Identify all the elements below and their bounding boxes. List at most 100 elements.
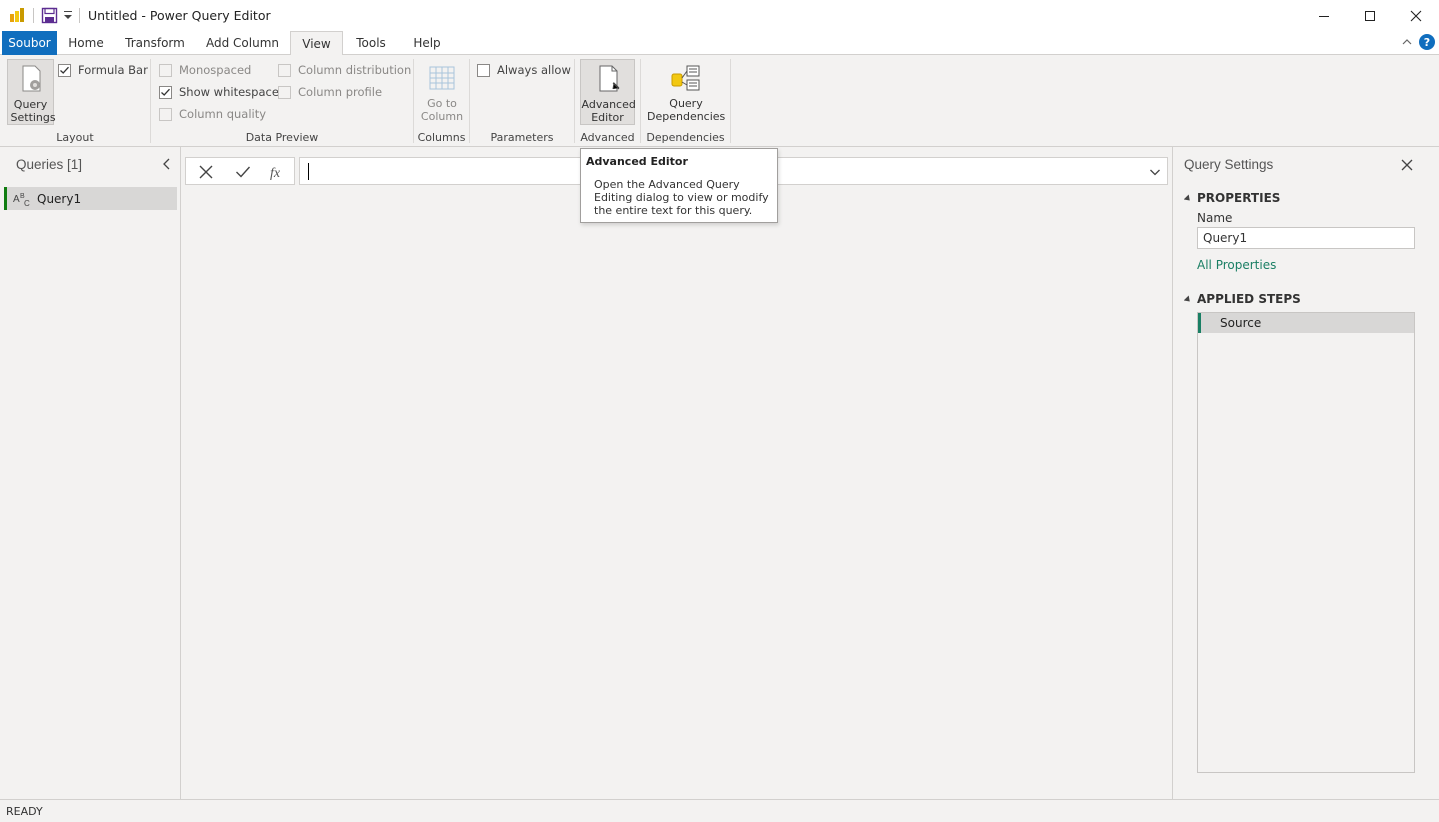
queries-pane-title: Queries [1]: [16, 157, 83, 172]
all-properties-link[interactable]: All Properties: [1197, 258, 1276, 272]
go-to-column-label: Go to Column: [420, 97, 464, 123]
minimize-button[interactable]: [1301, 0, 1347, 31]
show-whitespace-checkbox[interactable]: Show whitespace: [159, 85, 279, 99]
query-dependencies-icon: [671, 65, 700, 91]
go-to-column-icon: [429, 66, 455, 90]
formula-bar-checkbox[interactable]: Formula Bar: [58, 63, 148, 77]
checkbox-checked[interactable]: [159, 85, 172, 99]
status-bar: READY: [0, 799, 1439, 822]
queries-pane: Queries [1] A B C Query1: [0, 147, 181, 799]
query-settings-button[interactable]: Query Settings: [7, 59, 56, 125]
column-distribution-label: Column distribution: [298, 63, 412, 77]
close-icon: [1410, 10, 1422, 21]
check-icon: [161, 88, 170, 96]
minimize-icon: [1319, 15, 1329, 17]
name-label: Name: [1197, 211, 1233, 225]
power-bi-icon: [10, 8, 24, 22]
applied-steps-list: Source: [1197, 312, 1415, 773]
checkbox-unchecked[interactable]: [278, 63, 291, 77]
cancel-icon[interactable]: [197, 163, 215, 181]
svg-text:C: C: [24, 199, 30, 207]
chevron-left-icon[interactable]: [161, 158, 173, 170]
column-distribution-checkbox[interactable]: Column distribution: [278, 63, 411, 77]
svg-text:A: A: [13, 194, 20, 205]
tab-help[interactable]: Help: [404, 31, 450, 55]
layout-group: Query Settings Formula Bar Layout: [0, 55, 150, 147]
query-settings-label: Query Settings: [10, 98, 56, 124]
tooltip-body: Open the Advanced Query Editing dialog t…: [594, 178, 769, 217]
check-icon: [60, 66, 69, 74]
save-icon[interactable]: [41, 7, 58, 24]
checkbox-unchecked[interactable]: [159, 107, 172, 121]
dependencies-group-label: Dependencies: [646, 131, 725, 144]
advanced-editor-icon: [599, 65, 619, 92]
applied-steps-section[interactable]: APPLIED STEPS: [1184, 292, 1301, 306]
status-text: READY: [6, 805, 43, 818]
advanced-group: Advanced Editor Advanced: [575, 55, 640, 147]
always-allow-checkbox[interactable]: Always allow: [477, 63, 571, 77]
svg-text:fx: fx: [270, 166, 281, 181]
title-bar: Untitled - Power Query Editor: [0, 0, 1439, 31]
help-icon[interactable]: ?: [1419, 34, 1435, 50]
text-type-icon: A B C: [13, 193, 30, 207]
column-profile-checkbox[interactable]: Column profile: [278, 85, 382, 99]
column-quality-checkbox[interactable]: Column quality: [159, 107, 266, 121]
columns-group-label: Columns: [417, 131, 466, 144]
checkbox-unchecked[interactable]: [477, 63, 490, 77]
advanced-editor-tooltip: Advanced Editor Open the Advanced Query …: [580, 148, 778, 223]
checkbox-checked[interactable]: [58, 63, 71, 77]
checkbox-unchecked[interactable]: [278, 85, 291, 99]
tab-tools[interactable]: Tools: [348, 31, 394, 55]
go-to-column-button[interactable]: Go to Column: [417, 59, 467, 123]
parameters-group-label: Parameters: [490, 131, 554, 144]
show-whitespace-label: Show whitespace: [179, 85, 279, 99]
query-dependencies-button[interactable]: Query Dependencies: [646, 59, 726, 123]
monospaced-checkbox[interactable]: Monospaced: [159, 63, 251, 77]
close-icon[interactable]: [1400, 158, 1414, 172]
tooltip-title: Advanced Editor: [586, 155, 688, 168]
triangle-down-icon: [1184, 194, 1190, 201]
group-separator: [730, 59, 731, 143]
column-profile-label: Column profile: [298, 85, 383, 99]
data-preview-group-label: Data Preview: [245, 131, 319, 144]
column-quality-label: Column quality: [179, 107, 267, 121]
query-settings-title: Query Settings: [1184, 157, 1274, 172]
maximize-icon: [1365, 10, 1375, 21]
query-settings-pane: Query Settings PROPERTIES Name Query1 Al…: [1172, 147, 1439, 799]
query-settings-icon: [22, 65, 40, 92]
advanced-group-label: Advanced: [580, 131, 635, 144]
commit-check-icon[interactable]: [234, 163, 252, 181]
function-icon[interactable]: fx: [268, 163, 286, 181]
checkbox-unchecked[interactable]: [159, 63, 172, 77]
always-allow-label: Always allow: [497, 63, 571, 77]
data-preview-group: Monospaced Show whitespace Column qualit…: [151, 55, 413, 147]
tab-home[interactable]: Home: [60, 31, 112, 55]
dependencies-group: Query Dependencies Dependencies: [641, 55, 730, 147]
ribbon: Query Settings Formula Bar Layout Monosp…: [0, 55, 1439, 147]
query-name-input[interactable]: Query1: [1197, 227, 1415, 249]
title-separator: [33, 8, 34, 23]
parameters-group: Always allow Parameters: [470, 55, 574, 147]
chevron-down-icon[interactable]: [1149, 166, 1161, 178]
layout-group-label: Layout: [56, 131, 94, 144]
maximize-button[interactable]: [1347, 0, 1393, 31]
applied-steps-heading: APPLIED STEPS: [1197, 292, 1301, 306]
query-dependencies-label: Query Dependencies: [647, 97, 726, 123]
tab-view[interactable]: View: [290, 31, 343, 56]
step-item[interactable]: Source: [1198, 313, 1414, 333]
properties-section[interactable]: PROPERTIES: [1184, 191, 1280, 205]
close-window-button[interactable]: [1393, 0, 1439, 31]
quick-access-dropdown-icon[interactable]: [63, 8, 73, 22]
tab-transform[interactable]: Transform: [120, 31, 190, 55]
title-separator: [79, 8, 80, 23]
advanced-editor-button[interactable]: Advanced Editor: [580, 59, 636, 125]
tab-add-column[interactable]: Add Column: [200, 31, 285, 55]
query-list-item[interactable]: A B C Query1: [4, 187, 177, 210]
query-label: Query1: [37, 191, 82, 206]
formula-commands: fx: [185, 157, 295, 185]
formula-bar-label: Formula Bar: [78, 63, 148, 77]
triangle-down-icon: [1184, 295, 1190, 302]
ribbon-tabs: Soubor Home Transform Add Column View To…: [0, 31, 1439, 56]
tab-file[interactable]: Soubor: [2, 31, 57, 55]
collapse-ribbon-icon[interactable]: [1401, 36, 1413, 48]
